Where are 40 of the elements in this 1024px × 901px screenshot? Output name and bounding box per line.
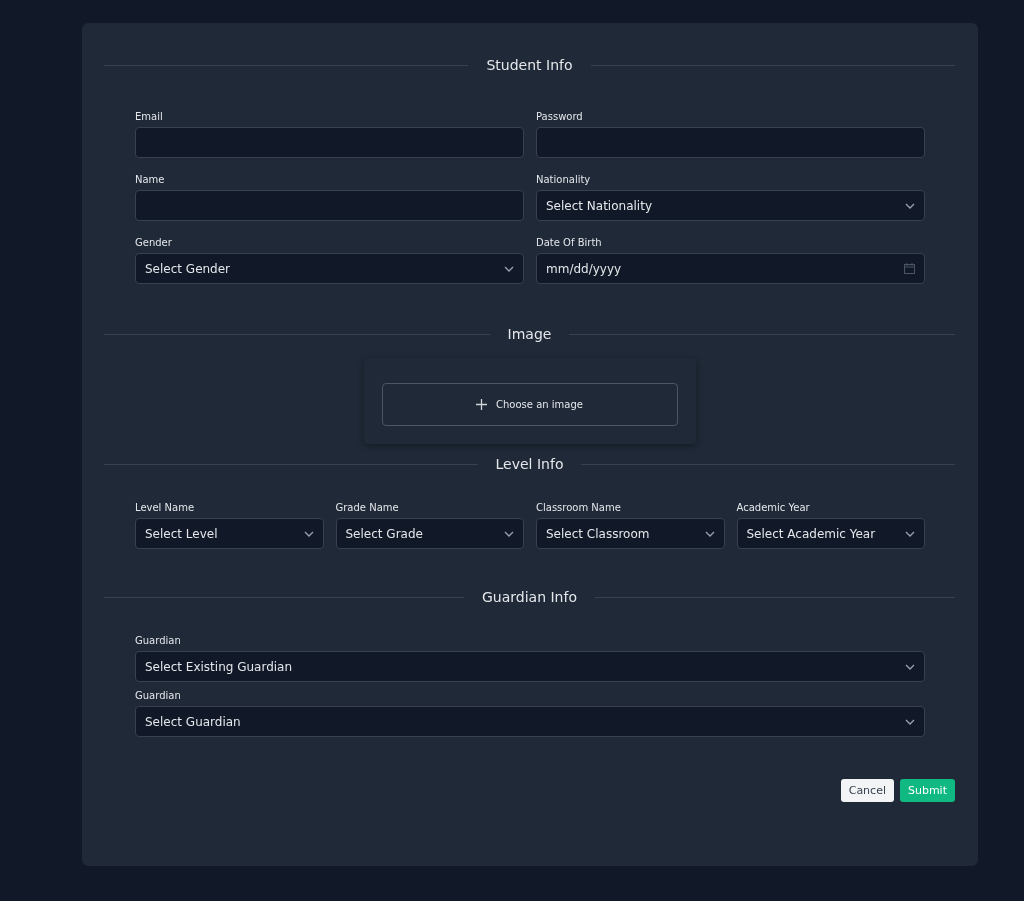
select-field[interactable]: Select Academic Year <box>736 518 925 549</box>
section-title: Student Info <box>485 57 574 73</box>
select-field[interactable]: Select Guardian <box>135 706 925 737</box>
field-label: Guardian <box>135 690 182 701</box>
field-label: Nationality <box>536 174 592 185</box>
plus-icon <box>476 399 488 410</box>
field-label: Date Of Birth <box>536 237 603 248</box>
calendar-icon <box>904 263 915 274</box>
chevron-down-icon <box>704 530 715 537</box>
select-field[interactable]: Select Existing Guardian <box>135 651 925 682</box>
field-label: Classroom Name <box>536 502 622 513</box>
choose-image-button[interactable]: Choose an image <box>381 383 678 426</box>
select-field[interactable]: Select Level <box>135 518 324 549</box>
section-title: Guardian Info <box>481 589 578 605</box>
select-field[interactable]: Select Classroom <box>536 518 725 549</box>
input-field[interactable] <box>135 127 524 158</box>
field-label: Gender <box>135 237 173 248</box>
secondary-button[interactable]: Cancel <box>840 779 894 802</box>
field-label: Password <box>536 111 584 122</box>
field-label: Grade Name <box>335 502 400 513</box>
chevron-down-icon <box>905 530 915 537</box>
field-label: Academic Year <box>736 502 811 513</box>
chevron-down-icon <box>905 663 915 670</box>
field-label: Email <box>135 111 164 122</box>
section-title: Image <box>506 326 553 342</box>
chevron-down-icon <box>504 530 514 537</box>
date-field[interactable]: mm/dd/yyyy <box>536 253 925 284</box>
input-field[interactable] <box>536 127 925 158</box>
chevron-down-icon <box>905 202 915 209</box>
field-label: Level Name <box>135 502 196 513</box>
select-field[interactable]: Select Grade <box>335 518 524 549</box>
field-label: Guardian <box>135 635 182 646</box>
field-label: Name <box>135 174 166 185</box>
select-field[interactable]: Select Gender <box>135 253 524 284</box>
chevron-down-icon <box>504 265 514 272</box>
chevron-down-icon <box>905 718 915 725</box>
input-field[interactable] <box>135 190 524 221</box>
section-title: Level Info <box>494 456 565 472</box>
select-field[interactable]: Select Nationality <box>536 190 925 221</box>
chevron-down-icon <box>303 530 314 537</box>
